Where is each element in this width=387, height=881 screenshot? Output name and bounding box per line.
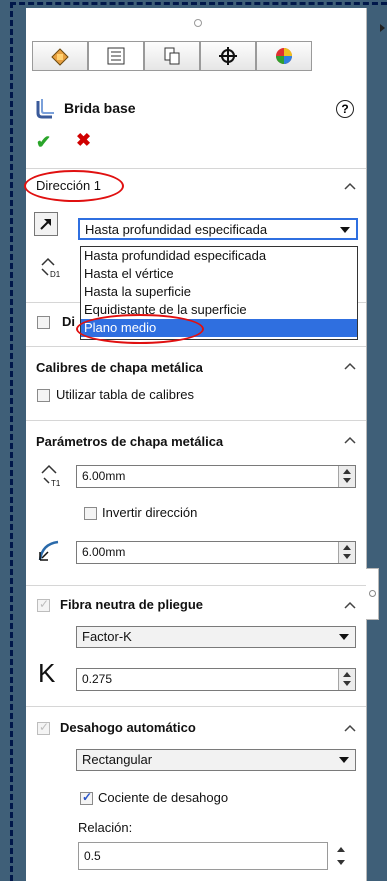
ratio-spinner-icon[interactable]: [334, 842, 348, 870]
tab-dimxpert-manager[interactable]: [200, 41, 256, 71]
dropdown-arrow-icon: [339, 634, 349, 640]
relief-type-value: Rectangular: [82, 752, 153, 767]
base-flange-icon: [36, 99, 54, 119]
thickness-spinner[interactable]: [338, 466, 355, 487]
cancel-button[interactable]: ✖: [76, 130, 91, 151]
bend-allowance-title[interactable]: Fibra neutra de pliegue: [60, 597, 203, 612]
tab-display-manager[interactable]: [256, 41, 312, 71]
splitter-grip-icon: [369, 590, 376, 597]
relief-ratio-label: Cociente de desahogo: [98, 790, 229, 805]
end-condition-select[interactable]: Hasta profundidad especificada: [78, 218, 358, 240]
property-list-icon: [107, 47, 125, 65]
ratio-input[interactable]: 0.5: [78, 842, 328, 870]
tab-configuration-manager[interactable]: [144, 41, 200, 71]
auto-relief-checkbox[interactable]: [37, 720, 50, 735]
help-icon[interactable]: ?: [336, 100, 354, 118]
auto-relief-title[interactable]: Desahogo automático: [60, 720, 196, 735]
thickness-value: 6.00mm: [82, 469, 126, 483]
svg-text:T1: T1: [51, 479, 61, 488]
relief-type-select[interactable]: Rectangular: [76, 749, 356, 771]
feature-header: Brida base: [34, 96, 136, 120]
dropdown-option[interactable]: Hasta el vértice: [81, 265, 357, 283]
tab-feature-manager[interactable]: [32, 41, 88, 71]
configuration-icon: [164, 47, 180, 65]
chevron-up-icon[interactable]: [344, 722, 356, 734]
chevron-up-icon[interactable]: [344, 180, 356, 192]
chevron-up-icon[interactable]: [344, 599, 356, 611]
divider: [26, 706, 366, 707]
k-factor-symbol: K: [38, 658, 56, 688]
direction2-checkbox[interactable]: [37, 316, 50, 329]
divider: [26, 420, 366, 421]
depth-d1-icon: D1: [41, 257, 61, 279]
svg-text:D1: D1: [50, 270, 61, 279]
chevron-up-icon[interactable]: [344, 360, 356, 372]
diagonal-arrow-icon: [40, 219, 51, 230]
ratio-field-label: Relación:: [78, 820, 133, 835]
divider: [26, 168, 366, 169]
bend-radius-spinner[interactable]: [338, 542, 355, 563]
dropdown-arrow-icon: [339, 757, 349, 763]
feature-title: Brida base: [64, 100, 136, 116]
dropdown-option[interactable]: Hasta la superficie: [81, 283, 357, 301]
use-gauge-table-checkbox[interactable]: [37, 389, 50, 402]
divider: [26, 585, 366, 586]
tab-property-manager[interactable]: [88, 41, 144, 71]
ok-button[interactable]: ✔: [36, 132, 51, 153]
annotation-circle-mid-plane: [76, 314, 204, 344]
reverse-direction-button[interactable]: [34, 212, 58, 236]
use-gauge-table-label: Utilizar tabla de calibres: [56, 387, 195, 402]
bend-allowance-checkbox[interactable]: [37, 597, 50, 612]
gauges-title[interactable]: Calibres de chapa metálica: [36, 360, 203, 375]
reverse-direction-checkbox[interactable]: [84, 507, 97, 520]
direction2-label: Di: [62, 314, 75, 329]
bend-radius-value: 6.00mm: [82, 545, 126, 559]
appearance-sphere-icon: [276, 48, 292, 64]
k-factor-spinner[interactable]: [338, 669, 355, 690]
k-factor-value: 0.275: [82, 672, 113, 686]
bend-radius-input[interactable]: 6.00mm: [76, 541, 356, 564]
bend-type-select[interactable]: Factor-K: [76, 626, 356, 648]
chevron-up-icon[interactable]: [344, 434, 356, 446]
crosshair-icon: [219, 47, 237, 65]
feature-tree-icon: [51, 48, 69, 66]
ratio-value: 0.5: [84, 849, 101, 863]
thickness-input[interactable]: 6.00mm: [76, 465, 356, 488]
end-condition-value: Hasta profundidad especificada: [85, 222, 268, 237]
dropdown-option[interactable]: Hasta profundidad especificada: [81, 247, 357, 265]
property-manager-panel: Brida base ? ✔ ✖ Dirección 1 Hasta profu…: [24, 8, 367, 881]
bend-type-value: Factor-K: [82, 629, 132, 644]
manager-tabs: [32, 41, 316, 73]
expand-arrow-icon[interactable]: [380, 24, 385, 32]
relief-ratio-checkbox[interactable]: [80, 790, 93, 805]
annotation-circle-direction: [24, 170, 124, 202]
divider: [26, 346, 366, 347]
k-factor-input[interactable]: 0.275: [76, 668, 356, 691]
dropdown-arrow-icon: [340, 227, 350, 233]
reverse-direction-label: Invertir dirección: [102, 505, 198, 520]
panel-grip-icon[interactable]: [194, 19, 202, 27]
params-title[interactable]: Parámetros de chapa metálica: [36, 434, 223, 449]
bend-radius-icon: [38, 540, 59, 561]
thickness-t1-icon: T1: [41, 464, 61, 488]
